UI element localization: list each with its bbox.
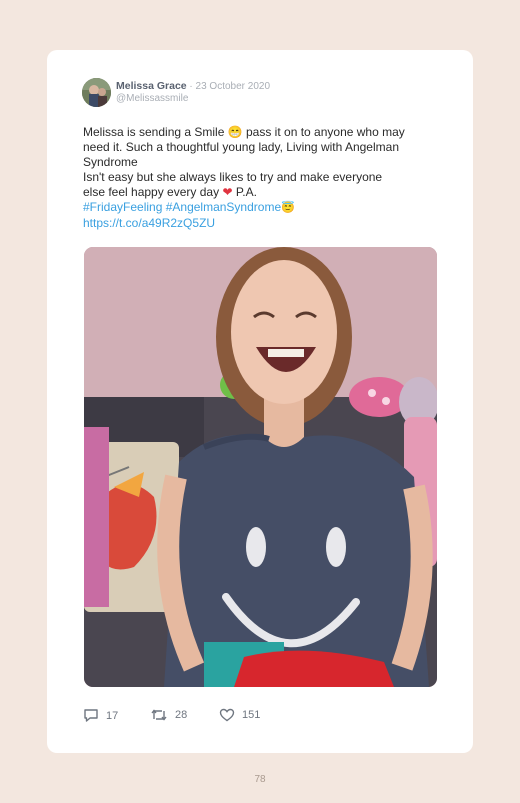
page-number: 78 xyxy=(254,774,266,785)
tweet-card: Melissa Grace · 23 October 2020 @Melissa… xyxy=(47,50,473,753)
hashtags-line: #FridayFeeling #AngelmanSyndrome😇 xyxy=(83,200,443,216)
halo-smile-emoji-icon: 😇 xyxy=(281,202,295,214)
retweet-arrows-icon[interactable] xyxy=(150,708,168,722)
like-count: 151 xyxy=(242,709,261,721)
tweet-text-line: need it. Such a thoughtful young lady, L… xyxy=(83,140,399,154)
signature: P.A. xyxy=(232,185,257,199)
hashtag-friday-feeling[interactable]: #FridayFeeling xyxy=(83,200,162,214)
author-handle[interactable]: @Melissassmile xyxy=(116,93,188,104)
speech-bubble-icon[interactable] xyxy=(83,708,99,723)
tweet-text-line: Isn't easy but she always likes to try a… xyxy=(83,170,383,184)
tweet-link[interactable]: https://t.co/a49R2zQ5ZU xyxy=(83,216,443,231)
author-name[interactable]: Melissa Grace xyxy=(116,80,187,92)
heart-outline-icon[interactable] xyxy=(219,708,235,722)
hashtag-angelman-syndrome[interactable]: #AngelmanSyndrome xyxy=(166,200,281,214)
tweet-text-line: Syndrome xyxy=(83,155,138,169)
retweet-action[interactable]: 28 xyxy=(150,708,187,722)
reply-count: 17 xyxy=(106,709,119,722)
reply-action[interactable]: 17 xyxy=(83,708,118,723)
tweet-text-segment: else feel happy every day xyxy=(83,185,220,199)
heart-emoji-icon: ❤ xyxy=(222,185,233,199)
tweet-photo[interactable] xyxy=(84,247,437,687)
tweet-text-line: Melissa is sending a Smile 😁 pass it on … xyxy=(83,125,405,139)
tweet-date[interactable]: 23 October 2020 xyxy=(196,81,271,92)
date-separator: · xyxy=(186,81,196,92)
tweet-text-line-with-signature: else feel happy every day ❤ P.A. xyxy=(83,185,443,200)
avatar[interactable] xyxy=(82,78,111,107)
retweet-count: 28 xyxy=(175,709,188,721)
like-action[interactable]: 151 xyxy=(219,708,260,722)
tweet-text: Melissa is sending a Smile 😁 pass it on … xyxy=(83,125,443,231)
author-header: Melissa Grace · 23 October 2020 xyxy=(116,80,270,92)
